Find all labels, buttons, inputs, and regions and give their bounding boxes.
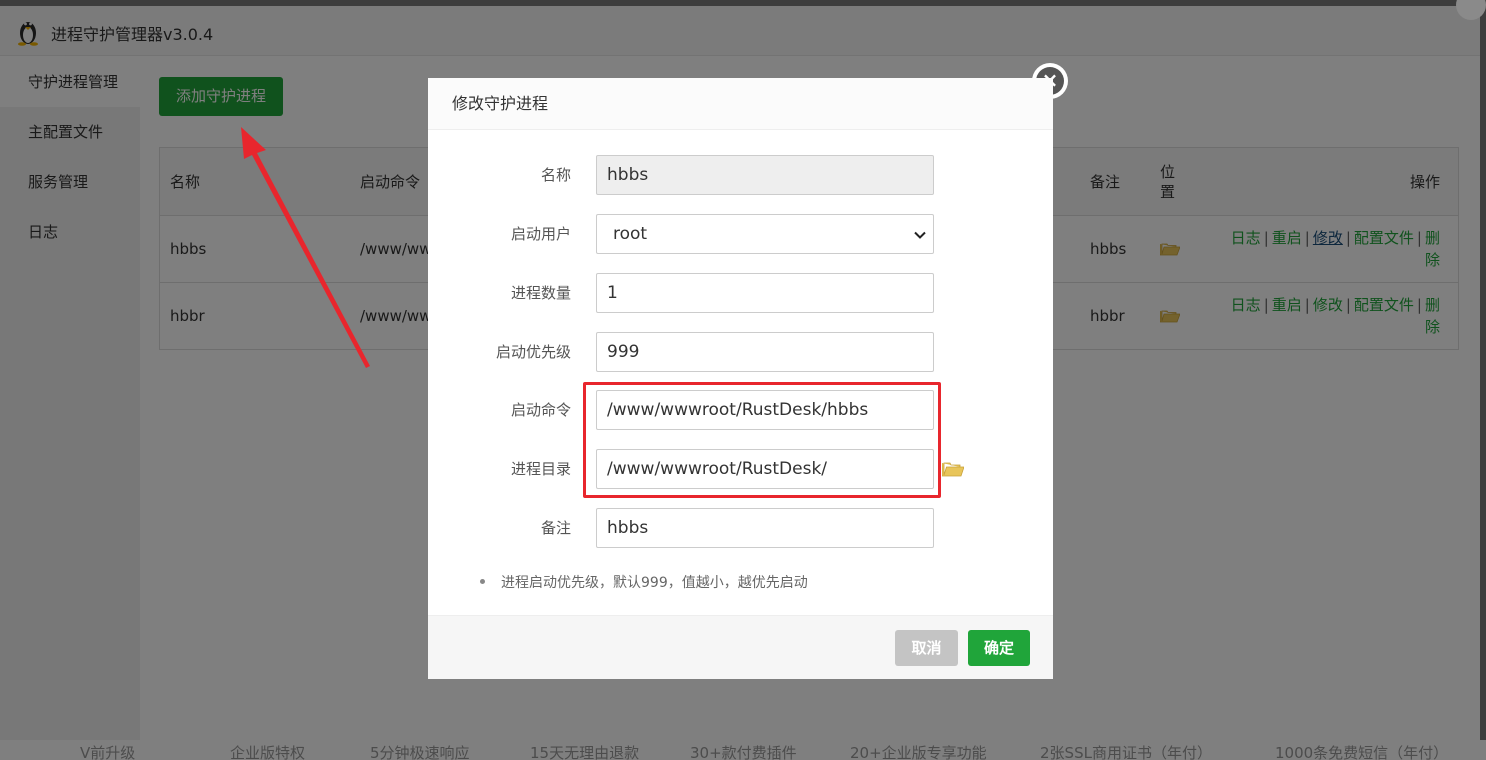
annotation-highlight-box	[583, 382, 941, 498]
remark-label: 备注	[428, 508, 571, 548]
priority-input[interactable]: 999	[596, 332, 934, 372]
form-row-remark: 备注 hbbs	[428, 508, 1053, 548]
user-select-value: root	[613, 224, 647, 244]
bullet-icon	[480, 579, 485, 584]
name-label: 名称	[428, 155, 571, 195]
priority-tip: 进程启动优先级，默认999，值越小，越优先启动	[480, 572, 808, 592]
name-input: hbbs	[596, 155, 934, 195]
command-label: 启动命令	[428, 390, 571, 430]
count-input[interactable]: 1	[596, 273, 934, 313]
form-row-priority: 启动优先级 999	[428, 332, 1053, 372]
dialog-footer: 取消 确定	[428, 615, 1053, 679]
tip-text: 进程启动优先级，默认999，值越小，越优先启动	[501, 575, 808, 591]
priority-label: 启动优先级	[428, 332, 571, 372]
cancel-button[interactable]: 取消	[895, 630, 958, 666]
form-row-name: 名称 hbbs	[428, 155, 1053, 195]
dialog-title: 修改守护进程	[428, 78, 1053, 130]
edit-process-dialog: 修改守护进程 名称 hbbs 启动用户 root 进程数量 1 启动优先级 99…	[428, 78, 1053, 679]
folder-icon[interactable]	[942, 461, 964, 477]
user-select[interactable]: root	[596, 214, 934, 254]
form-row-count: 进程数量 1	[428, 273, 1053, 313]
confirm-button[interactable]: 确定	[968, 630, 1030, 666]
chevron-down-icon	[913, 228, 927, 242]
count-label: 进程数量	[428, 273, 571, 313]
remark-input[interactable]: hbbs	[596, 508, 934, 548]
user-label: 启动用户	[428, 214, 571, 254]
form-row-user: 启动用户 root	[428, 214, 1053, 254]
directory-label: 进程目录	[428, 449, 571, 489]
